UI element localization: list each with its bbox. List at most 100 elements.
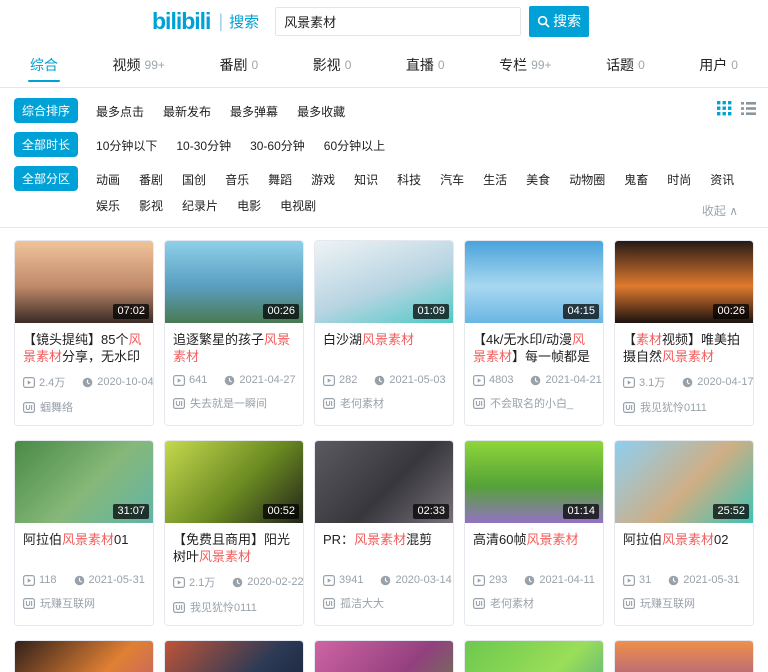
video-thumbnail[interactable]: 00:52 (165, 441, 303, 523)
video-card[interactable]: 04:58 （国漫）】需要自取（看简 (614, 640, 754, 672)
video-card[interactable]: 01:14 高清60帧风景素材 293 2021-04-11 (464, 440, 604, 626)
video-title[interactable]: PR：风景素材混剪 (323, 531, 445, 565)
uploader-name[interactable]: 我见犹怜0111 (640, 399, 707, 415)
filter-badge[interactable]: 综合排序 (14, 98, 78, 123)
filter-option[interactable]: 60分钟以上 (324, 137, 385, 154)
video-title[interactable]: 【镜头提纯】85个风景素材分享，无水印无字幕/1080P (23, 331, 145, 365)
video-title[interactable]: 【4k/无水印/动漫风景素材】每一帧都是壁纸（需要 (473, 331, 595, 365)
video-title[interactable]: 高清60帧风景素材 (473, 531, 595, 565)
filter-option[interactable]: 资讯 (710, 171, 734, 188)
video-title[interactable]: 【免费且商用】阳光树叶风景素材 (173, 531, 295, 565)
uploader-name[interactable]: 老何素材 (490, 595, 534, 611)
filter-option[interactable]: 知识 (354, 171, 378, 188)
search-input[interactable] (275, 7, 521, 36)
filter-option[interactable]: 最多收藏 (297, 103, 345, 120)
video-thumbnail[interactable]: 00:26 (165, 241, 303, 323)
video-thumbnail[interactable]: 03:04 (165, 641, 303, 672)
filter-option[interactable]: 动画 (96, 171, 120, 188)
uploader-name[interactable]: 玩赚互联网 (40, 595, 95, 611)
video-title[interactable]: 追逐繁星的孩子风景素材 (173, 331, 295, 365)
video-thumbnail[interactable]: 06:00 (315, 641, 453, 672)
video-title[interactable]: 阿拉伯风景素材01 (23, 531, 145, 565)
video-card[interactable]: 03:04 独自的成长，独自的生活，独自的走在长大的路上，会 (164, 640, 304, 672)
filter-option[interactable]: 10分钟以下 (96, 137, 157, 154)
tab-5[interactable]: 专栏 99+ (499, 42, 551, 88)
filter-option[interactable]: 汽车 (440, 171, 464, 188)
filter-row: 全部时长 10分钟以下 10-30分钟 30-60分钟 60分钟以上 (14, 132, 754, 157)
grid-view-icon[interactable] (717, 101, 732, 116)
video-thumbnail[interactable]: 01:14 (465, 441, 603, 523)
list-view-icon[interactable] (741, 101, 756, 116)
video-thumbnail[interactable]: 07:02 (15, 241, 153, 323)
tab-1[interactable]: 视频 99+ (113, 42, 165, 88)
video-title[interactable]: 白沙湖风景素材 (323, 331, 445, 365)
duration-badge: 31:07 (113, 504, 149, 519)
tab-6[interactable]: 话题 0 (606, 42, 645, 88)
filter-option[interactable]: 30-60分钟 (250, 137, 305, 154)
search-button[interactable]: 搜索 (529, 6, 589, 37)
filter-option[interactable]: 电视剧 (280, 197, 316, 214)
video-card[interactable]: 07:02 【镜头提纯】85个风景素材分享，无水印无字幕/1080P 2.4万 (14, 240, 154, 426)
filter-option[interactable]: 番剧 (139, 171, 163, 188)
video-card[interactable]: 01:09 白沙湖风景素材 282 2021-05-03 (314, 240, 454, 426)
video-title[interactable]: 【素材视频】唯美拍摄自然风景素材 (623, 331, 745, 365)
video-thumbnail[interactable]: 04:15 (465, 241, 603, 323)
video-thumbnail[interactable]: 00:26 (615, 241, 753, 323)
video-card[interactable]: 00:26 【素材视频】唯美拍摄自然风景素材 3.1万 2020-0 (614, 240, 754, 426)
filter-badge[interactable]: 全部分区 (14, 166, 78, 191)
uploader-name[interactable]: 孤洁大大 (340, 595, 384, 611)
video-card[interactable]: 02:33 PR：风景素材混剪 3941 2020-03-14 (314, 440, 454, 626)
video-title[interactable]: 阿拉伯风景素材02 (623, 531, 745, 565)
video-card[interactable]: 31:07 阿拉伯风景素材01 118 2021-05-31 (14, 440, 154, 626)
uploader-name[interactable]: 老何素材 (340, 395, 384, 411)
filter-option[interactable]: 最多弹幕 (230, 103, 278, 120)
video-card[interactable]: 00:52 【免费且商用】阳光树叶风景素材 2.1万 2020-02 (164, 440, 304, 626)
filter-option[interactable]: 动物圈 (569, 171, 605, 188)
video-card[interactable]: 04:15 【4k/无水印/动漫风景素材】每一帧都是壁纸（需要 4803 (464, 240, 604, 426)
tab-7[interactable]: 用户 0 (699, 42, 738, 88)
filter-option[interactable]: 生活 (483, 171, 507, 188)
video-thumbnail[interactable]: 31:07 (15, 441, 153, 523)
filter-option[interactable]: 电影 (237, 197, 261, 214)
filter-option[interactable]: 美食 (526, 171, 550, 188)
filter-option[interactable]: 游戏 (311, 171, 335, 188)
video-meta: 641 2021-04-27 (173, 374, 295, 386)
uploader-name[interactable]: 蝈舞络 (40, 399, 73, 415)
video-card[interactable]: 01:24 风景素材 (464, 640, 604, 672)
uploader-name[interactable]: 我见犹怜0111 (190, 599, 257, 615)
up-icon (623, 598, 635, 609)
filter-option[interactable]: 最多点击 (96, 103, 144, 120)
video-card[interactable]: 00:26 追逐繁星的孩子风景素材 641 2021-04-27 (164, 240, 304, 426)
tab-3[interactable]: 影视 0 (313, 42, 352, 88)
filter-option[interactable]: 纪录片 (182, 197, 218, 214)
filter-option[interactable]: 鬼畜 (624, 171, 648, 188)
video-thumbnail[interactable]: 25:52 (615, 441, 753, 523)
video-card[interactable]: 25:52 阿拉伯风景素材02 31 2021-05-31 (614, 440, 754, 626)
video-thumbnail[interactable]: 02:33 (315, 441, 453, 523)
filter-badge[interactable]: 全部时长 (14, 132, 78, 157)
filter-option[interactable]: 10-30分钟 (176, 137, 231, 154)
tab-0[interactable]: 综合 (30, 42, 58, 88)
filter-option[interactable]: 国创 (182, 171, 206, 188)
filter-option[interactable]: 科技 (397, 171, 421, 188)
filter-option[interactable]: 时尚 (667, 171, 691, 188)
tab-2[interactable]: 番剧 0 (219, 42, 258, 88)
play-count-icon (23, 377, 35, 388)
video-thumbnail[interactable]: 01:24 (465, 641, 603, 672)
uploader-name[interactable]: 不会取名的小白_ (490, 395, 573, 411)
filter-option[interactable]: 影视 (139, 197, 163, 214)
bilibili-logo[interactable]: bilibili (152, 8, 210, 35)
video-card[interactable]: 06:00 风景素材 (314, 640, 454, 672)
uploader-name[interactable]: 失去就是一瞬间 (190, 395, 267, 411)
filter-option[interactable]: 娱乐 (96, 197, 120, 214)
tab-4[interactable]: 直播 0 (406, 42, 445, 88)
video-thumbnail[interactable]: 01:09 (315, 241, 453, 323)
filter-option[interactable]: 最新发布 (163, 103, 211, 120)
video-thumbnail[interactable]: 04:58 (615, 641, 753, 672)
uploader-name[interactable]: 玩赚互联网 (640, 595, 695, 611)
video-thumbnail[interactable]: 02:20 (15, 641, 153, 672)
filter-option[interactable]: 音乐 (225, 171, 249, 188)
collapse-link[interactable]: 收起 ∧ (702, 202, 738, 219)
filter-option[interactable]: 舞蹈 (268, 171, 292, 188)
video-card[interactable]: 02:20 可商用视频素材之唯美晨光花朵向日葵清新花卉文艺自 (14, 640, 154, 672)
